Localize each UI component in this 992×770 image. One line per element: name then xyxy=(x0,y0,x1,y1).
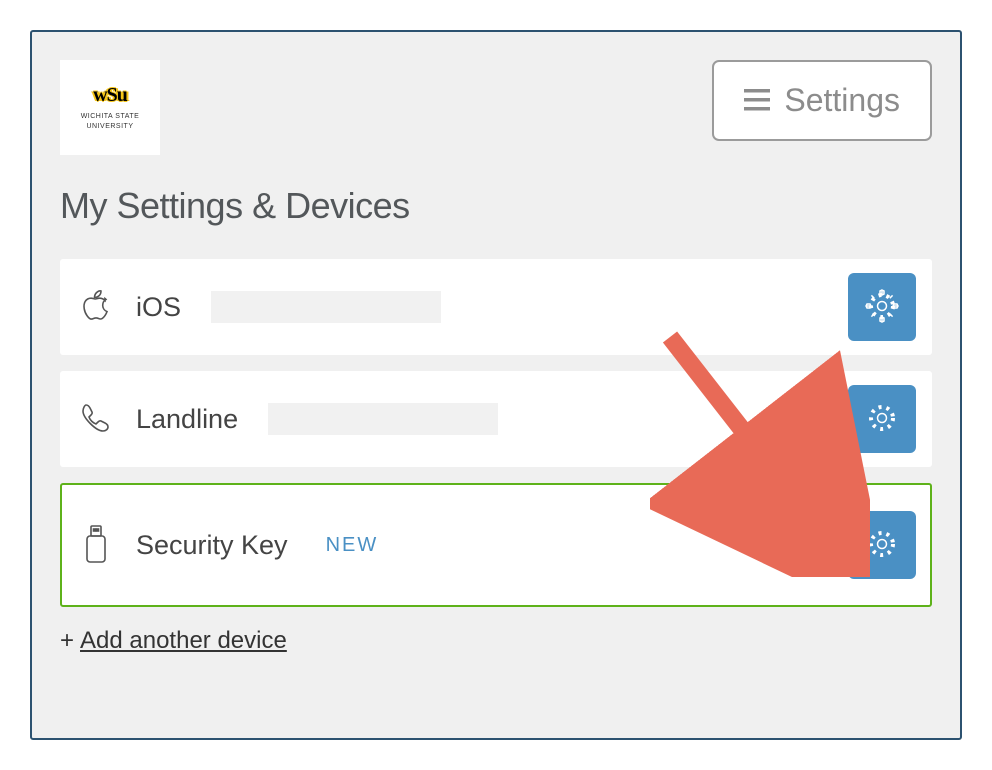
org-logo-mark: wSu xyxy=(93,84,127,107)
gear-icon xyxy=(864,400,900,439)
device-label: Security Key xyxy=(136,530,288,561)
new-badge: NEW xyxy=(326,534,379,557)
settings-button-label: Settings xyxy=(784,82,900,119)
add-device-label: Add another device xyxy=(80,627,287,654)
page-title: My Settings & Devices xyxy=(60,185,932,227)
phone-icon xyxy=(76,399,116,439)
hamburger-icon xyxy=(744,82,770,119)
device-label: iOS xyxy=(136,292,181,323)
device-options-button[interactable] xyxy=(848,511,916,579)
org-logo-text: WICHITA STATE UNIVERSITY xyxy=(81,112,140,130)
device-row-ios: iOS xyxy=(60,259,932,355)
device-row-security-key: Security Key NEW xyxy=(60,483,932,607)
device-list: iOS xyxy=(60,259,932,607)
gear-icon xyxy=(864,288,900,327)
gear-icon xyxy=(864,526,900,565)
org-logo: wSu WICHITA STATE UNIVERSITY xyxy=(60,60,160,155)
settings-devices-panel: wSu WICHITA STATE UNIVERSITY Settings My… xyxy=(30,30,962,740)
org-logo-line1: WICHITA STATE xyxy=(81,112,140,121)
device-options-button[interactable] xyxy=(848,273,916,341)
device-options-button[interactable] xyxy=(848,385,916,453)
settings-button[interactable]: Settings xyxy=(712,60,932,141)
device-number-redacted xyxy=(211,291,441,323)
device-label: Landline xyxy=(136,404,238,435)
header: wSu WICHITA STATE UNIVERSITY Settings xyxy=(60,60,932,155)
add-device-link[interactable]: +Add another device xyxy=(60,627,287,655)
device-row-landline: Landline xyxy=(60,371,932,467)
org-logo-line2: UNIVERSITY xyxy=(81,122,140,131)
usb-key-icon xyxy=(76,525,116,565)
device-number-redacted xyxy=(268,403,498,435)
plus-icon: + xyxy=(60,627,74,654)
apple-icon xyxy=(76,287,116,327)
